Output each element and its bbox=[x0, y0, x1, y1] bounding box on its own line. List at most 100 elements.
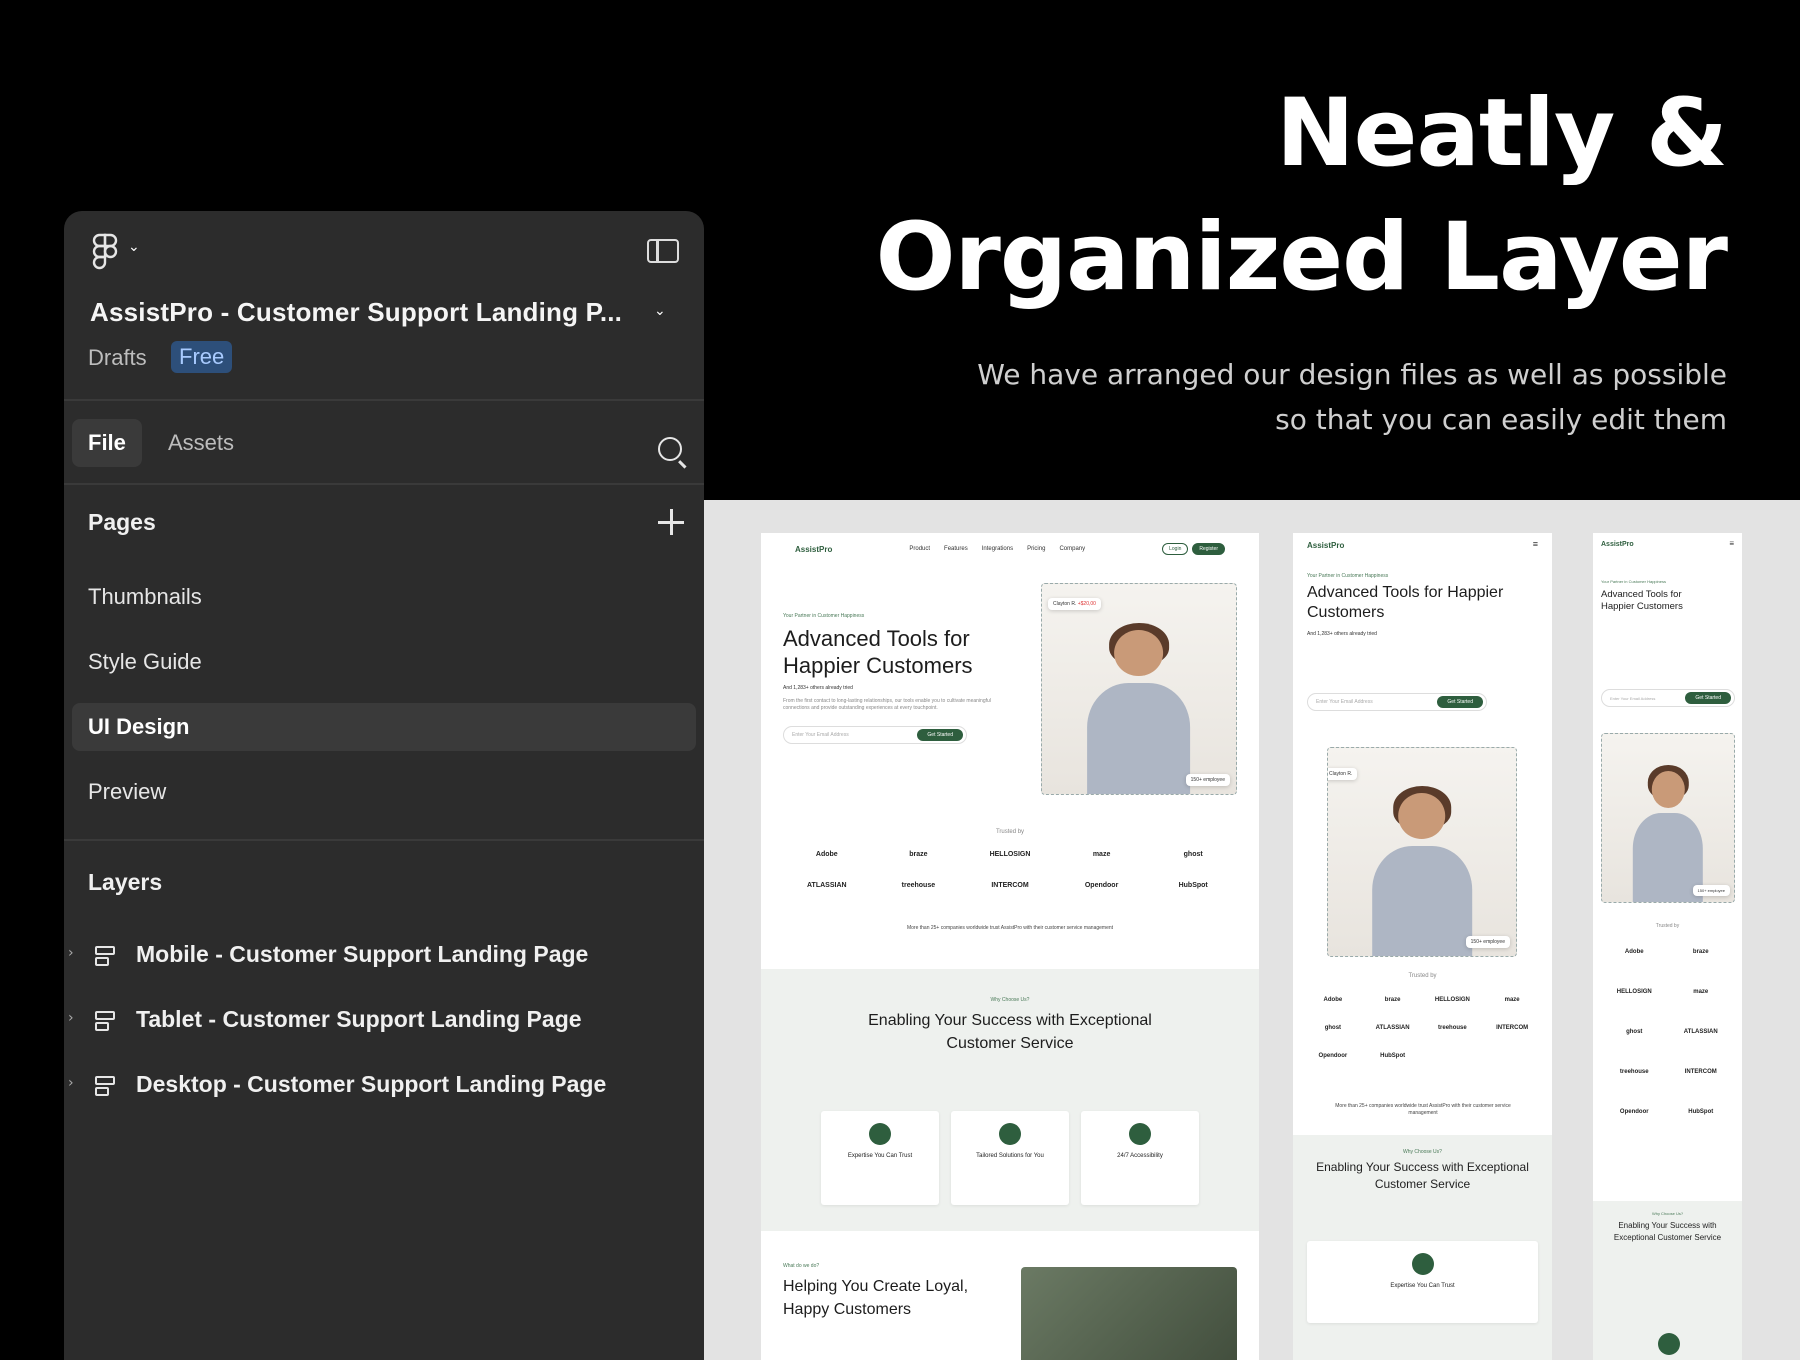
menu-icon: ≡ bbox=[1532, 539, 1538, 549]
nav-links: Product Features Integrations Pricing Co… bbox=[909, 546, 1085, 552]
logo-hellosign: HELLOSIGN bbox=[989, 851, 1031, 858]
logo: AssistPro bbox=[1601, 541, 1634, 548]
logo-opendoor: Opendoor bbox=[1318, 1053, 1348, 1059]
headline-line-2: Organized Layer bbox=[875, 203, 1728, 312]
email-placeholder: Enter Your Email Address bbox=[1316, 699, 1373, 705]
tab-file[interactable]: File bbox=[72, 419, 142, 467]
email-placeholder: Enter Your Email Address bbox=[1610, 695, 1656, 701]
logo-braze: braze bbox=[909, 851, 928, 858]
payment-card: Clayton R. +$20,00 bbox=[1048, 598, 1101, 610]
layer-label: Desktop - Customer Support Landing Page bbox=[136, 1071, 607, 1097]
shield-icon bbox=[869, 1123, 891, 1145]
headline-block: Neatly & Organized Layer We have arrange… bbox=[875, 72, 1728, 442]
hero-title: Advanced Tools for Happier Customers bbox=[783, 625, 993, 679]
feature-title: Tailored Solutions for You bbox=[976, 1153, 1044, 1159]
layer-label: Mobile - Customer Support Landing Page bbox=[136, 941, 589, 967]
hero-title-line-1: Advanced Tools for bbox=[1307, 584, 1443, 601]
auto-layout-frame-icon bbox=[95, 946, 115, 966]
chevron-right-icon[interactable]: › bbox=[68, 1010, 74, 1026]
why-section: Why Choose Us? Enabling Your Success wit… bbox=[1293, 1135, 1552, 1360]
logo-intercom: INTERCOM bbox=[1496, 1025, 1529, 1031]
employee-badge: 150+ employee bbox=[1185, 774, 1230, 786]
logo-intercom: INTERCOM bbox=[1684, 1069, 1717, 1075]
headline-title: Neatly & Organized Layer bbox=[875, 72, 1728, 320]
logo-hellosign: HELLOSIGN bbox=[1616, 989, 1652, 995]
employee-badge: 150+ employee bbox=[1465, 936, 1510, 948]
get-started-button: Get Started bbox=[1685, 692, 1731, 704]
why-title-line-2: Customer Service bbox=[1657, 1233, 1722, 1242]
hero-title: Advanced Tools for Happier Customers bbox=[1307, 583, 1552, 623]
layer-row-desktop[interactable]: › Desktop - Customer Support Landing Pag… bbox=[64, 1061, 704, 1111]
logo-grid: Adobe braze HELLOSIGN maze ghost ATLASSI… bbox=[781, 851, 1239, 889]
why-label: Why Choose Us? bbox=[1403, 1149, 1442, 1155]
logo-braze: braze bbox=[1384, 997, 1401, 1003]
companies-text: More than 25+ companies worldwide trust … bbox=[906, 925, 1114, 931]
sidebar-toggle-icon[interactable] bbox=[647, 239, 679, 263]
layer-row-tablet[interactable]: › Tablet - Customer Support Landing Page bbox=[64, 996, 704, 1046]
add-page-icon[interactable] bbox=[658, 509, 684, 535]
logo-adobe: Adobe bbox=[1624, 949, 1644, 955]
logo-treehouse: treehouse bbox=[1438, 1025, 1467, 1031]
chevron-right-icon[interactable]: › bbox=[68, 1075, 74, 1091]
auto-layout-frame-icon bbox=[95, 1011, 115, 1031]
why-title-line-1: Enabling Your Success with Exceptional bbox=[868, 1012, 1152, 1029]
tools-icon bbox=[999, 1123, 1021, 1145]
why-label: Why Choose Us? bbox=[1651, 1211, 1684, 1216]
hero-title-line-1: Advanced Tools for bbox=[1601, 589, 1682, 600]
logo-ghost: ghost bbox=[1626, 1029, 1643, 1035]
page-item-thumbnails[interactable]: Thumbnails bbox=[72, 573, 696, 621]
chevron-down-icon[interactable]: ⌄ bbox=[128, 239, 140, 255]
agent-figure bbox=[1071, 616, 1207, 795]
email-placeholder: Enter Your Email Address bbox=[792, 732, 849, 738]
nav-features: Features bbox=[944, 546, 968, 552]
menu-icon: ≡ bbox=[1729, 539, 1734, 548]
tablet-frame-preview: AssistPro ≡ Your Partner in Customer Hap… bbox=[1293, 533, 1552, 1360]
tagline: Your Partner in Customer Happiness bbox=[1307, 573, 1389, 579]
logo-hubspot: HubSpot bbox=[1178, 882, 1208, 889]
why-section: Why Choose Us? Enabling Your Success wit… bbox=[1593, 1201, 1742, 1360]
clock-icon bbox=[1129, 1123, 1151, 1145]
panel-tabs: File Assets bbox=[64, 403, 704, 485]
feature-title: Expertise You Can Trust bbox=[1390, 1283, 1455, 1289]
layer-row-mobile[interactable]: › Mobile - Customer Support Landing Page bbox=[64, 931, 704, 981]
why-title-line-2: Customer Service bbox=[1374, 1177, 1471, 1191]
logo-maze: maze bbox=[1092, 851, 1111, 858]
mobile-frame-preview: AssistPro ≡ Your Partner in Customer Hap… bbox=[1593, 533, 1742, 1360]
hero-title-line-2: Happier Customers bbox=[1601, 601, 1683, 612]
logo-grid: Adobe braze HELLOSIGN maze ghost ATLASSI… bbox=[1303, 997, 1542, 1059]
page-item-preview[interactable]: Preview bbox=[72, 768, 696, 816]
tab-assets[interactable]: Assets bbox=[152, 419, 250, 467]
hero-photo: 150+ employee bbox=[1601, 733, 1735, 903]
tagline: Your Partner in Customer Happiness bbox=[783, 613, 865, 619]
search-icon[interactable] bbox=[658, 437, 682, 461]
employee-badge: 150+ employee bbox=[1692, 885, 1730, 896]
chevron-right-icon[interactable]: › bbox=[68, 945, 74, 961]
logo-treehouse: treehouse bbox=[901, 882, 936, 889]
layers-heading: Layers bbox=[88, 869, 163, 895]
why-label: Why Choose Us? bbox=[990, 997, 1030, 1003]
page-item-style-guide[interactable]: Style Guide bbox=[72, 638, 696, 686]
logo-opendoor: Opendoor bbox=[1619, 1109, 1649, 1115]
layer-label: Tablet - Customer Support Landing Page bbox=[136, 1006, 582, 1032]
feature-title: 24/7 Accessibility bbox=[1117, 1153, 1163, 1159]
chevron-down-icon[interactable]: ⌄ bbox=[654, 303, 666, 319]
logo-adobe: Adobe bbox=[815, 851, 838, 858]
file-title[interactable]: AssistPro - Customer Support Landing P..… bbox=[90, 297, 622, 328]
payment-card: Clayton R. bbox=[1328, 768, 1358, 780]
email-form: Enter Your Email Address Get Started bbox=[1307, 693, 1487, 711]
why-title: Enabling Your Success with Exceptional C… bbox=[1293, 1159, 1552, 1193]
hero-title-line-2: Happier Customers bbox=[783, 653, 973, 678]
logo-hubspot: HubSpot bbox=[1380, 1053, 1406, 1059]
logo-atlassian: ATLASSIAN bbox=[1683, 1029, 1718, 1035]
why-title: Enabling Your Success with Exceptional C… bbox=[761, 1009, 1259, 1055]
drafts-link[interactable]: Drafts bbox=[88, 345, 147, 371]
page-item-ui-design[interactable]: UI Design bbox=[72, 703, 696, 751]
hero-text-block: Your Partner in Customer Happiness Advan… bbox=[783, 613, 993, 744]
pages-heading: Pages bbox=[88, 509, 156, 535]
figma-logo-icon[interactable] bbox=[92, 233, 118, 273]
nav-company: Company bbox=[1059, 546, 1086, 552]
logo-grid: Adobe braze HELLOSIGN maze ghost ATLASSI… bbox=[1601, 949, 1734, 1115]
file-header: ⌄ AssistPro - Customer Support Landing P… bbox=[64, 211, 704, 401]
helping-photo bbox=[1021, 1267, 1237, 1360]
logo-hubspot: HubSpot bbox=[1688, 1109, 1714, 1115]
